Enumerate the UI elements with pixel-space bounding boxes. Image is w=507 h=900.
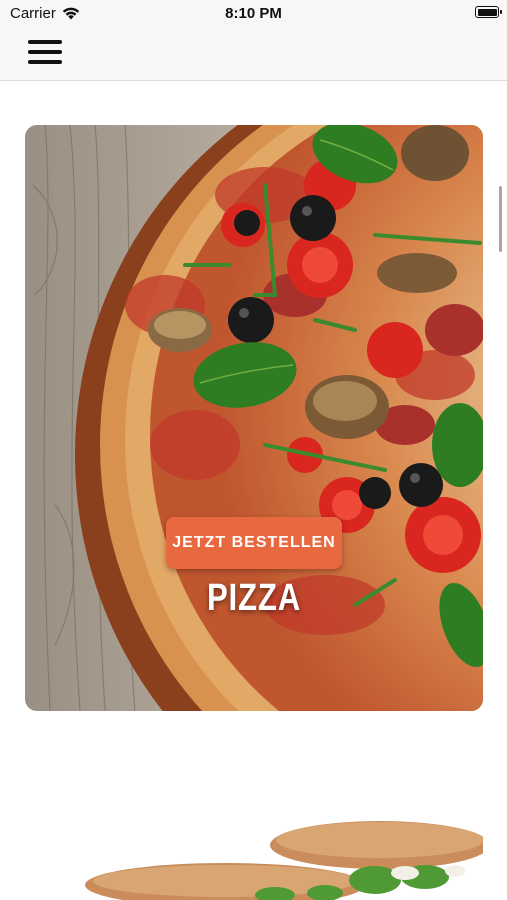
scroll-indicator[interactable] xyxy=(499,186,502,252)
nav-bar xyxy=(0,28,507,81)
pizza-photo xyxy=(25,125,483,711)
sandwich-card[interactable] xyxy=(25,815,483,900)
pizza-card[interactable]: PIZZA JETZT BESTELLEN xyxy=(25,125,483,711)
status-bar: Carrier 8:10 PM xyxy=(0,0,507,28)
battery-icon xyxy=(475,6,502,18)
order-now-button[interactable]: JETZT BESTELLEN xyxy=(166,517,342,569)
hamburger-menu-icon[interactable] xyxy=(28,40,62,66)
sandwich-photo xyxy=(85,821,483,900)
status-time: 8:10 PM xyxy=(225,5,282,22)
card-title: PIZZA xyxy=(206,577,302,619)
